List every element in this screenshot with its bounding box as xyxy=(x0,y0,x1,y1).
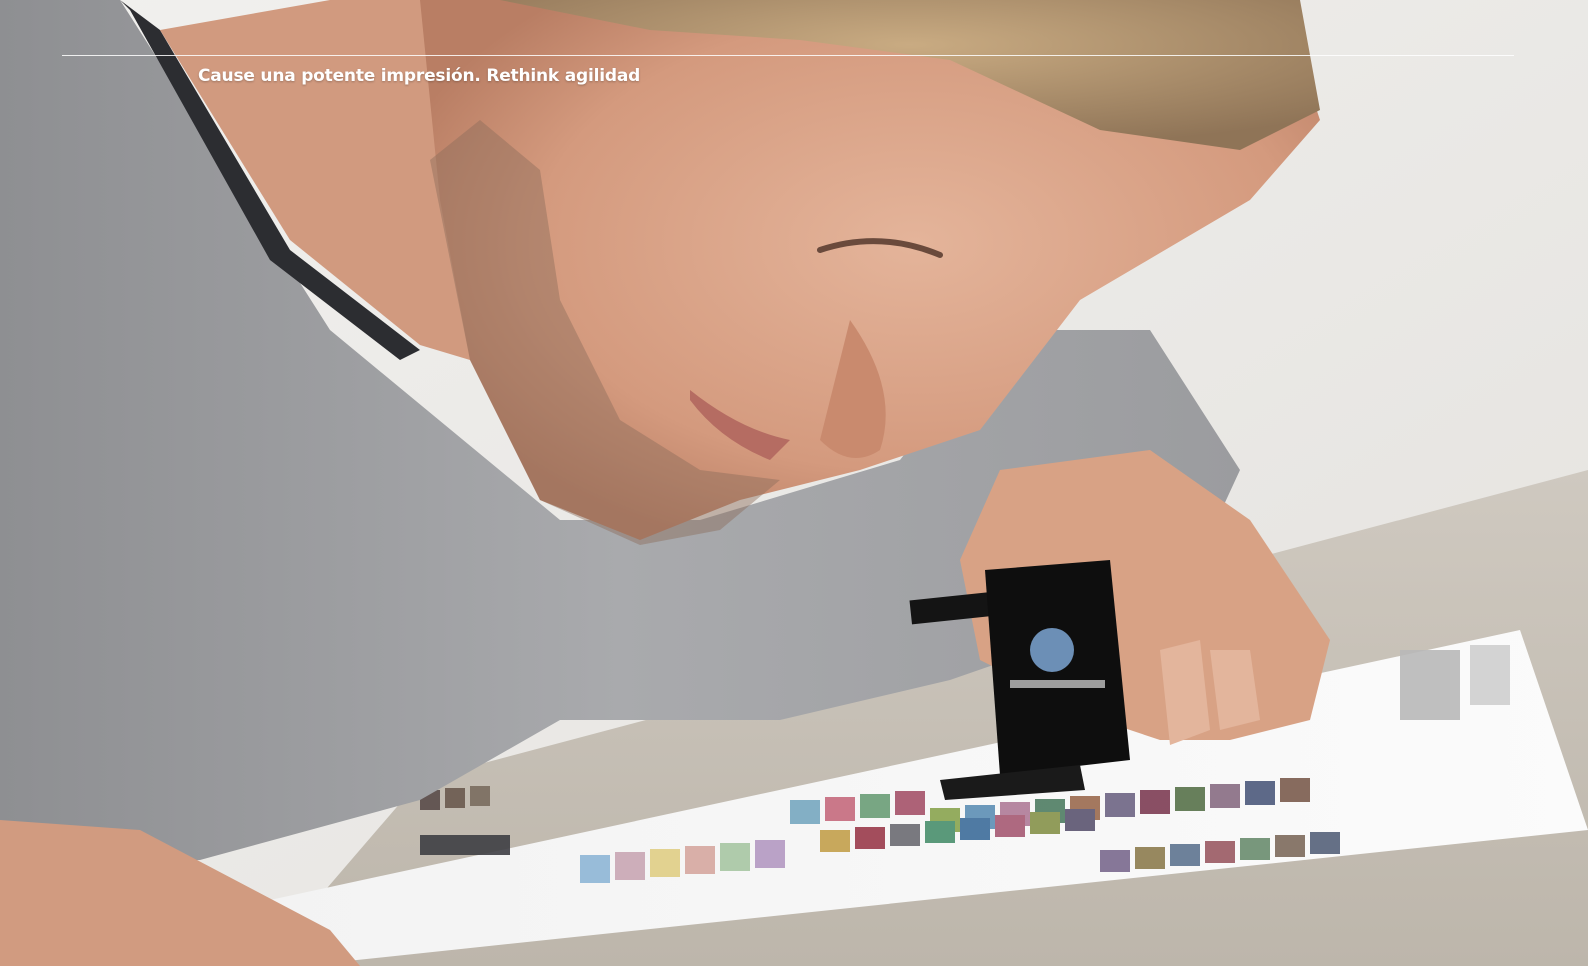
hero-headline: Cause una potente impresión. Rethink agi… xyxy=(198,66,641,86)
header-divider xyxy=(62,55,1514,56)
hero-photo xyxy=(0,0,1588,966)
hero-banner: Cause una potente impresión. Rethink agi… xyxy=(0,0,1588,966)
